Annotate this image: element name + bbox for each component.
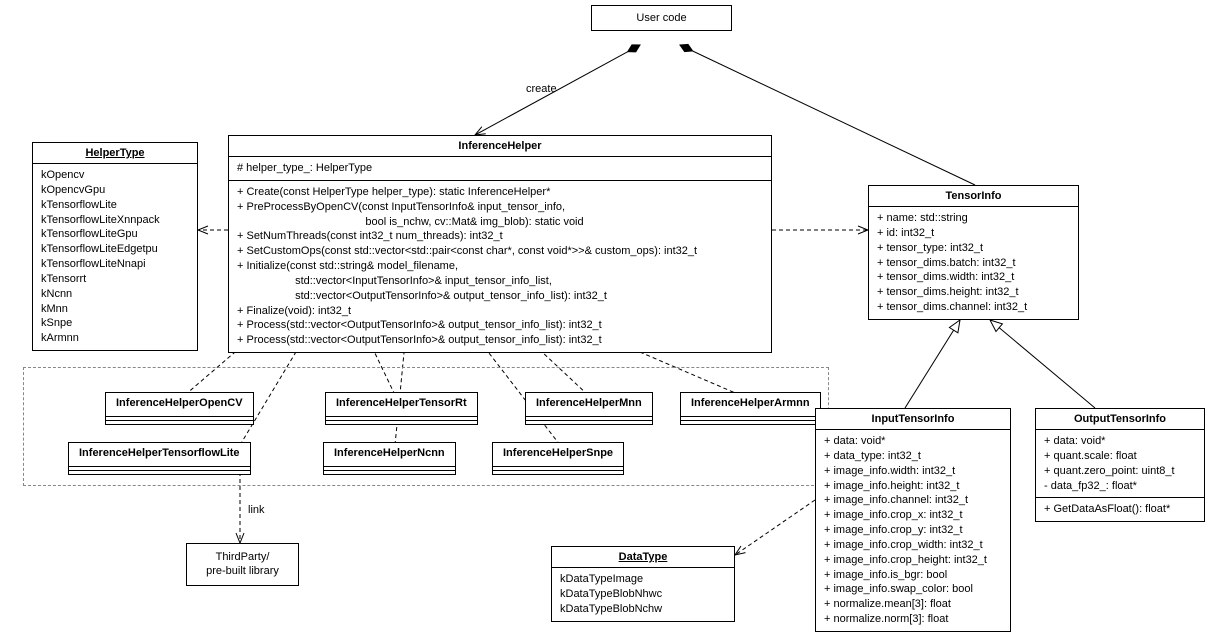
output-tensor-info-ops: + GetDataAsFloat(): float* <box>1036 498 1204 521</box>
data-type-list: kDataTypeImagekDataTypeBlobNhwckDataType… <box>552 568 734 621</box>
list-item: + tensor_dims.channel: int32_t <box>877 300 1070 315</box>
list-item: + tensor_type: int32_t <box>877 241 1070 256</box>
list-item: + data: void* <box>1044 434 1196 449</box>
list-item: kDataTypeBlobNchw <box>560 602 726 617</box>
list-item: kTensorrt <box>41 272 189 287</box>
third-party-box: ThirdParty/ pre-built library <box>186 543 299 586</box>
list-item: + tensor_dims.width: int32_t <box>877 270 1070 285</box>
subclass-mnn: InferenceHelperMnn <box>525 392 653 425</box>
list-item: kOpencvGpu <box>41 183 189 198</box>
list-item: + quant.scale: float <box>1044 449 1196 464</box>
user-code-box: User code <box>591 5 732 31</box>
data-type-box: DataType kDataTypeImagekDataTypeBlobNhwc… <box>551 546 735 622</box>
list-item: + PreProcessByOpenCV(const InputTensorIn… <box>237 200 763 215</box>
list-item: kDataTypeImage <box>560 572 726 587</box>
helper-type-title: HelperType <box>33 143 197 164</box>
input-tensor-info-title: InputTensorInfo <box>816 409 1010 430</box>
list-item: + image_info.swap_color: bool <box>824 582 1002 597</box>
subclass-ncnn: InferenceHelperNcnn <box>323 442 456 475</box>
list-item: std::vector<OutputTensorInfo>& output_te… <box>237 289 763 304</box>
list-item: + image_info.crop_height: int32_t <box>824 553 1002 568</box>
list-item: + normalize.norm[3]: float <box>824 612 1002 627</box>
list-item: kTensorflowLiteXnnpack <box>41 213 189 228</box>
list-item: + data: void* <box>824 434 1002 449</box>
list-item: # helper_type_: HelperType <box>237 161 763 176</box>
list-item: kOpencv <box>41 168 189 183</box>
list-item: kTensorflowLite <box>41 198 189 213</box>
list-item: kTensorflowLiteGpu <box>41 227 189 242</box>
list-item: kTensorflowLiteNnapi <box>41 257 189 272</box>
list-item: bool is_nchw, cv::Mat& img_blob): static… <box>237 215 763 230</box>
list-item: + image_info.channel: int32_t <box>824 493 1002 508</box>
input-tensor-info-attrs: + data: void*+ data_type: int32_t+ image… <box>816 430 1010 631</box>
list-item: + Finalize(void): int32_t <box>237 304 763 319</box>
link-label: link <box>248 504 265 516</box>
user-code-title: User code <box>602 12 721 24</box>
list-item: + image_info.is_bgr: bool <box>824 568 1002 583</box>
output-tensor-info-attrs: + data: void*+ quant.scale: float+ quant… <box>1036 430 1204 498</box>
list-item: kSnpe <box>41 316 189 331</box>
list-item: + name: std::string <box>877 211 1070 226</box>
list-item: + id: int32_t <box>877 226 1070 241</box>
list-item: + image_info.width: int32_t <box>824 464 1002 479</box>
subclass-opencv: InferenceHelperOpenCV <box>105 392 254 425</box>
list-item: + Process(std::vector<OutputTensorInfo>&… <box>237 333 763 348</box>
tensor-info-title: TensorInfo <box>869 186 1078 207</box>
output-tensor-info-box: OutputTensorInfo + data: void*+ quant.sc… <box>1035 408 1205 522</box>
list-item: + SetCustomOps(const std::vector<std::pa… <box>237 244 763 259</box>
list-item: + image_info.crop_y: int32_t <box>824 523 1002 538</box>
list-item: kArmnn <box>41 331 189 346</box>
list-item: std::vector<InputTensorInfo>& input_tens… <box>237 274 763 289</box>
list-item: + image_info.crop_width: int32_t <box>824 538 1002 553</box>
list-item: + data_type: int32_t <box>824 449 1002 464</box>
list-item: kNcnn <box>41 287 189 302</box>
subclass-tflite: InferenceHelperTensorflowLite <box>68 442 251 475</box>
list-item: + Create(const HelperType helper_type): … <box>237 185 763 200</box>
inference-helper-box: InferenceHelper # helper_type_: HelperTy… <box>228 135 772 353</box>
subclass-armnn: InferenceHelperArmnn <box>680 392 821 425</box>
list-item: + tensor_dims.height: int32_t <box>877 285 1070 300</box>
tensor-info-box: TensorInfo + name: std::string+ id: int3… <box>868 185 1079 320</box>
list-item: + normalize.mean[3]: float <box>824 597 1002 612</box>
inference-helper-ops: + Create(const HelperType helper_type): … <box>229 181 771 352</box>
subclass-tensorrt: InferenceHelperTensorRt <box>325 392 478 425</box>
list-item: + GetDataAsFloat(): float* <box>1044 502 1196 517</box>
data-type-title: DataType <box>552 547 734 568</box>
list-item: + Initialize(const std::string& model_fi… <box>237 259 763 274</box>
list-item: + quant.zero_point: uint8_t <box>1044 464 1196 479</box>
input-tensor-info-box: InputTensorInfo + data: void*+ data_type… <box>815 408 1011 632</box>
create-label: create <box>526 83 557 95</box>
list-item: + Process(std::vector<OutputTensorInfo>&… <box>237 318 763 333</box>
list-item: + SetNumThreads(const int32_t num_thread… <box>237 229 763 244</box>
inference-helper-title: InferenceHelper <box>229 136 771 157</box>
subclass-snpe: InferenceHelperSnpe <box>492 442 624 475</box>
list-item: + image_info.crop_x: int32_t <box>824 508 1002 523</box>
list-item: + image_info.height: int32_t <box>824 479 1002 494</box>
inference-helper-attrs: # helper_type_: HelperType <box>229 157 771 181</box>
list-item: + tensor_dims.batch: int32_t <box>877 256 1070 271</box>
helper-type-box: HelperType kOpencvkOpencvGpukTensorflowL… <box>32 142 198 351</box>
output-tensor-info-title: OutputTensorInfo <box>1036 409 1204 430</box>
list-item: kTensorflowLiteEdgetpu <box>41 242 189 257</box>
list-item: - data_fp32_: float* <box>1044 479 1196 494</box>
helper-type-list: kOpencvkOpencvGpukTensorflowLitekTensorf… <box>33 164 197 350</box>
list-item: kMnn <box>41 302 189 317</box>
tensor-info-attrs: + name: std::string+ id: int32_t+ tensor… <box>869 207 1078 319</box>
list-item: kDataTypeBlobNhwc <box>560 587 726 602</box>
